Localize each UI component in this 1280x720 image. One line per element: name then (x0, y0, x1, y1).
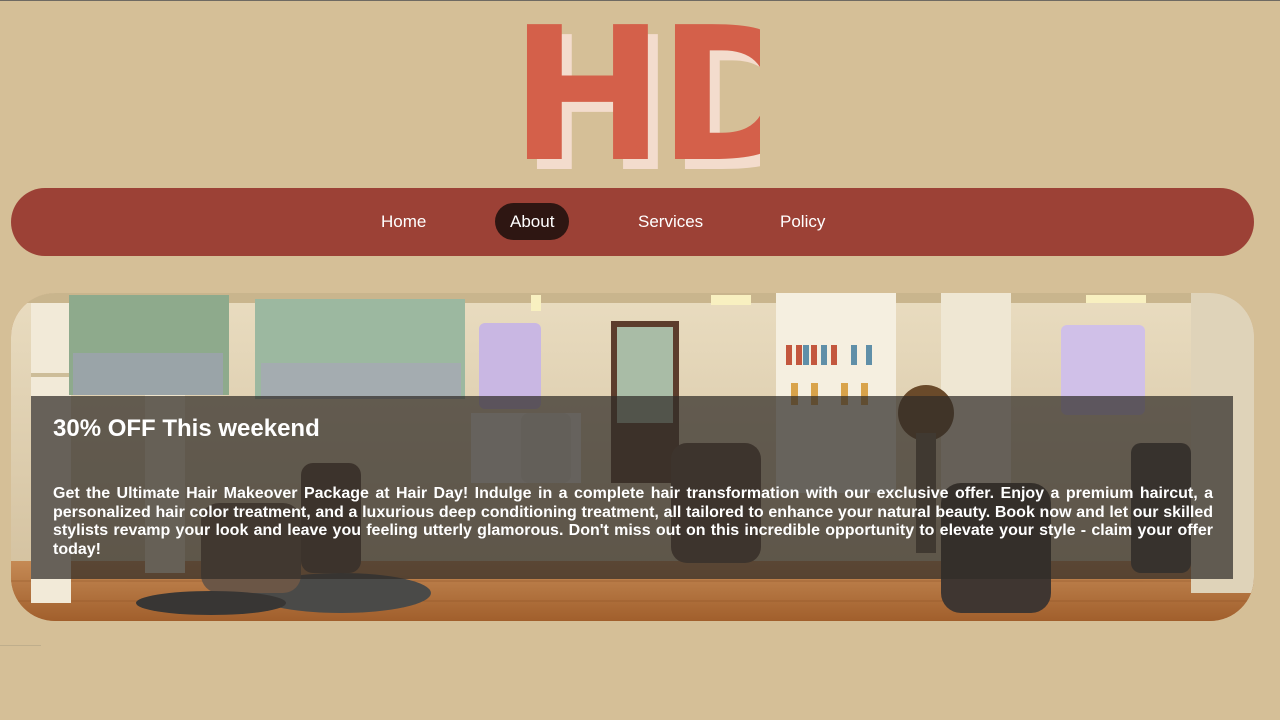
hair-day-logo[interactable]: H H D D HAIR DAY (510, 9, 760, 171)
logo-tagline: HAIR DAY (626, 23, 645, 159)
nav-home-link[interactable]: Home (366, 203, 441, 240)
logo-letter-d: D (658, 9, 760, 171)
nav-policy-link[interactable]: Policy (765, 203, 840, 240)
promo-description: Get the Ultimate Hair Makeover Package a… (53, 485, 1213, 558)
promo-panel: 30% OFF This weekend Get the Ultimate Ha… (31, 396, 1233, 579)
nav-about-link[interactable]: About (495, 203, 570, 240)
hero-banner: 30% OFF This weekend Get the Ultimate Ha… (11, 293, 1254, 621)
nav-services-link[interactable]: Services (623, 203, 718, 240)
footer-divider (0, 645, 41, 646)
main-nav: Home About Services Policy (11, 188, 1254, 256)
page: H H D D HAIR DAY Home About Services Pol… (0, 0, 1280, 720)
promo-title: 30% OFF This weekend (53, 415, 320, 442)
